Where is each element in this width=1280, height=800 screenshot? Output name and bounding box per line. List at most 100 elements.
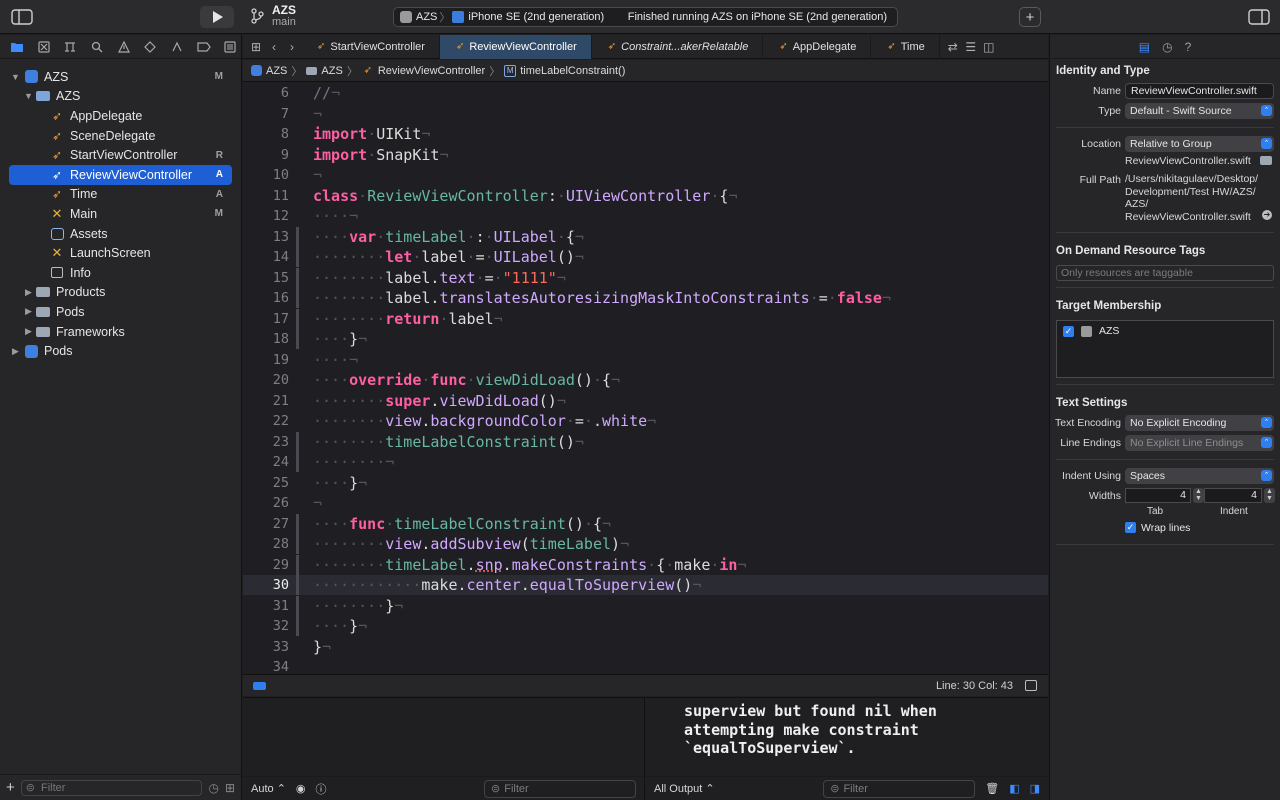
tree-item-group[interactable]: ▶ Pods [0,302,241,322]
tree-item-file[interactable]: ➶ SceneDelegate [0,126,241,146]
disclosure-closed-icon[interactable]: ▶ [25,326,35,337]
inspector-toggle-button[interactable] [1246,7,1272,27]
file-name-field[interactable]: ReviewViewController.swift [1125,83,1274,99]
tree-item-file[interactable]: ✕ LaunchScreen [0,243,241,263]
breakpoint-icon[interactable] [193,37,215,57]
refresh-icon[interactable]: ⇄ [944,40,962,54]
location-select[interactable]: Relative to Group ⌃ [1125,136,1274,152]
source-control-icon[interactable] [33,37,55,57]
tab-time[interactable]: ➶ Time [871,34,940,59]
disclosure-open-icon[interactable]: ▼ [24,91,34,101]
show-variables-icon[interactable]: ◧ [1009,782,1019,795]
tree-item-group[interactable]: ▶ Frameworks [0,322,241,342]
text-encoding-select[interactable]: No Explicit Encoding ⌃ [1125,415,1274,431]
disclosure-closed-icon[interactable]: ▶ [12,346,22,357]
variables-mode-select[interactable]: Auto ⌃ [251,782,286,795]
output-mode-select[interactable]: All Output ⌃ [654,782,715,795]
symbol-icon[interactable] [59,37,81,57]
console-bar: All Output ⌃ ⊜ Filter 🗑 ◧ ◨ [646,776,1048,800]
history-icon[interactable]: ◷ [1162,40,1172,54]
indent-width-field[interactable]: 4 [1204,488,1262,503]
editor-options-icon[interactable]: ☰ [962,40,980,54]
line-number: 30 [272,577,289,593]
indent-width-stepper[interactable]: ▲ ▼ [1264,488,1275,503]
tab-width-stepper[interactable]: ▲ ▼ [1193,488,1204,503]
debug-icon[interactable] [166,37,188,57]
wrap-lines-checkbox[interactable]: ✓ [1125,522,1136,533]
breadcrumb-item[interactable]: AZS [321,65,342,77]
navigator-toggle-button[interactable] [8,7,36,27]
run-button[interactable] [200,6,234,28]
tree-item-file[interactable]: ➶ StartViewController R [0,145,241,165]
navigator-filter-input[interactable]: ⊜ Filter [20,779,203,796]
add-icon[interactable]: + [6,779,15,796]
chevron-right-icon: 〉 [291,65,303,78]
disclosure-closed-icon[interactable]: ▶ [25,306,35,317]
swift-file-icon: ➶ [317,41,326,52]
forward-icon[interactable]: › [283,40,301,54]
target-item[interactable]: ✓ AZS [1063,325,1119,337]
show-console-icon[interactable]: ◨ [1030,782,1040,795]
tree-item-file[interactable]: Assets [0,224,241,244]
path-line: AZS/ [1125,198,1149,210]
folder-icon[interactable] [1260,156,1272,165]
breadcrumb-item[interactable]: ReviewViewController [378,65,485,77]
folder-icon[interactable] [6,37,28,57]
variables-filter-input[interactable]: ⊜ Filter [484,779,636,798]
source-control-filter-icon[interactable]: ⊞ [225,781,235,795]
destination-selector[interactable]: iPhone SE (2nd generation) [452,11,604,23]
disclosure-closed-icon[interactable]: ▶ [25,287,35,298]
tree-item-file[interactable]: Info [0,263,241,283]
scheme-selector[interactable]: AZS [400,11,437,23]
test-icon[interactable] [139,37,161,57]
console-filter-input[interactable]: ⊜ Filter [823,779,976,798]
source-editor[interactable]: 6//¬ 7 ¬ 8 import·UIKit¬ 9 import·SnapKit¬ … [243,83,1048,673]
disclosure-open-icon[interactable]: ▼ [11,72,21,82]
library-button[interactable]: + [1019,7,1041,27]
tree-item-group[interactable]: ▼ AZS [0,87,241,107]
grid-icon[interactable]: ⊞ [247,40,265,54]
tab-review-view-controller[interactable]: ➶ ReviewViewController [439,34,592,59]
file-type-select[interactable]: Default - Swift Source ⌃ [1125,103,1274,119]
report-icon[interactable] [219,37,241,57]
line-endings-select[interactable]: No Explicit Line Endings ⌃ [1125,435,1274,451]
breadcrumb-item[interactable]: timeLabelConstraint() [520,65,625,77]
find-icon[interactable] [86,37,108,57]
split-editor-icon[interactable]: ◫ [980,40,998,54]
help-icon[interactable]: ? [1185,40,1192,54]
eye-icon[interactable]: ◉ [296,782,306,795]
resource-tags-field[interactable]: Only resources are taggable [1056,265,1274,281]
tree-item-file[interactable]: ➶ Time A [0,185,241,205]
back-icon[interactable]: ‹ [265,40,283,54]
tree-item-label: Info [70,265,91,280]
breadcrumb-item[interactable]: AZS [266,65,287,77]
tree-item-file[interactable]: ➶ AppDelegate [0,106,241,126]
line-number: 17 [272,310,289,327]
separator: 〉 [439,12,451,24]
tab-start-view-controller[interactable]: ➶ StartViewController [301,34,440,59]
full-path-row: Full Path /Users/nikitagulaev/Desktop/ D… [1050,170,1280,226]
tree-item-file-selected[interactable]: ➶ ReviewViewController A [9,164,232,185]
tab-width-field[interactable]: 4 [1125,488,1191,503]
info-icon[interactable]: ⓘ [316,781,327,797]
indent-using-select[interactable]: Spaces ⌃ [1125,468,1274,484]
project-branch[interactable]: AZS main [250,4,296,28]
recent-files-icon[interactable]: ◷ [208,781,218,795]
tree-item-group[interactable]: ▶ Products [0,283,241,303]
hide-debug-area-icon[interactable] [1025,680,1037,691]
checkbox-checked-icon[interactable]: ✓ [1063,325,1074,337]
tree-item-project[interactable]: ▶ Pods [0,341,241,361]
section-title: Identity and Type [1056,65,1150,77]
code-line: 6 //¬ [243,83,1048,103]
line-endings-row: Line Endings No Explicit Line Endings ⌃ [1050,433,1280,453]
tree-item-file[interactable]: ✕ Main M [0,204,241,224]
trash-icon[interactable]: 🗑 [985,782,999,795]
reveal-in-finder-icon[interactable]: ➔ [1262,210,1272,220]
breakpoints-toggle-icon[interactable] [253,681,266,690]
issue-icon[interactable] [113,37,135,57]
file-inspector-icon[interactable]: ▤ [1139,40,1150,54]
tab-app-delegate[interactable]: ➶ AppDelegate [763,34,872,59]
tree-item-project[interactable]: ▼ AZS M [0,67,241,87]
tab-constraint-maker[interactable]: ➶ Constraint...akerRelatable [592,34,764,59]
filter-placeholder: Filter [40,781,66,794]
